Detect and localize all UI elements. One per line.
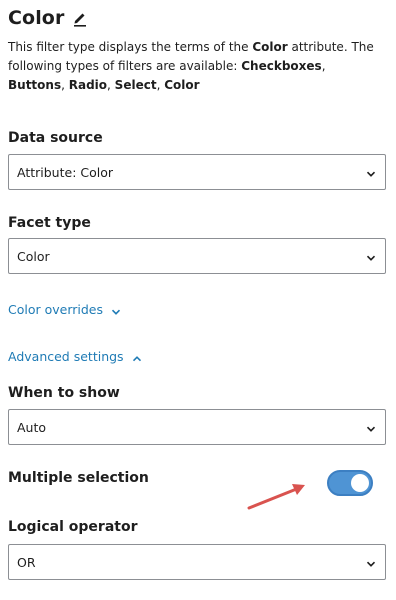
switch-knob	[351, 474, 369, 492]
panel-header: Color	[8, 4, 88, 32]
chevron-up-icon	[132, 352, 142, 362]
advanced-settings-toggle[interactable]: Advanced settings	[8, 349, 142, 364]
logical-operator-select[interactable]: OR	[8, 544, 386, 580]
panel-title: Color	[8, 7, 65, 29]
when-to-show-select[interactable]: Auto	[8, 409, 386, 445]
chevron-down-icon	[366, 422, 376, 432]
color-overrides-toggle[interactable]: Color overrides	[8, 302, 121, 317]
annotation-arrow-icon	[247, 484, 305, 510]
when-to-show-label: When to show	[8, 385, 120, 401]
facet-type-select[interactable]: Color	[8, 238, 386, 274]
multiple-selection-switch[interactable]	[327, 470, 373, 496]
data-source-label: Data source	[8, 130, 103, 146]
logical-operator-label: Logical operator	[8, 519, 138, 535]
chevron-down-icon	[366, 251, 376, 261]
filter-description: This filter type displays the terms of t…	[8, 40, 374, 92]
facet-type-label: Facet type	[8, 215, 91, 231]
chevron-down-icon	[366, 557, 376, 567]
facet-type-value: Color	[17, 248, 50, 264]
when-to-show-value: Auto	[17, 419, 47, 435]
multiple-selection-label: Multiple selection	[8, 470, 149, 486]
chevron-down-icon	[366, 167, 376, 177]
chevron-down-icon	[111, 305, 121, 315]
logical-operator-value: OR	[17, 554, 36, 570]
color-overrides-label: Color overrides	[8, 302, 104, 317]
data-source-select[interactable]: Attribute: Color	[8, 154, 386, 190]
advanced-settings-label: Advanced settings	[8, 349, 124, 364]
pencil-icon[interactable]	[72, 9, 88, 27]
data-source-value: Attribute: Color	[17, 164, 114, 180]
